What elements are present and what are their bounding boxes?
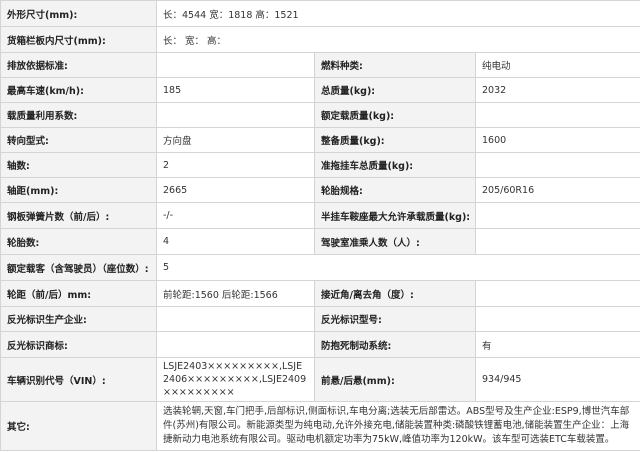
table-row: 轮距（前/后）mm: 前轮距:1560 后轮距:1566 接近角/离去角（度）: bbox=[0, 280, 640, 307]
spec-label: 防抱死制动系统: bbox=[314, 331, 476, 358]
spec-value: 前轮距:1560 后轮距:1566 bbox=[156, 280, 315, 307]
spec-value bbox=[156, 331, 315, 358]
spec-value: 长： 宽： 高： bbox=[155, 26, 640, 53]
spec-label: 转向型式: bbox=[0, 127, 157, 153]
table-row: 车辆识别代号（VIN）: LSJE2403×××××××××,LSJE2406×… bbox=[0, 357, 640, 402]
spec-label: 轮胎规格: bbox=[314, 177, 476, 203]
table-row: 载质量利用系数: 额定载质量(kg): bbox=[0, 102, 640, 128]
table-row: 最高车速(km/h): 185 总质量(kg): 2032 bbox=[0, 77, 640, 103]
spec-label: 轴数: bbox=[0, 152, 157, 178]
vin-value: LSJE2403×××××××××,LSJE2406×××××××××,LSJE… bbox=[156, 357, 315, 402]
table-row: 排放依据标准: 燃料种类: 纯电动 bbox=[0, 52, 640, 78]
spec-value: 2665 bbox=[156, 177, 315, 203]
spec-label: 准拖挂车总质量(kg): bbox=[314, 152, 476, 178]
spec-label: 反光标识型号: bbox=[314, 306, 476, 332]
spec-label: 其它: bbox=[0, 401, 157, 451]
spec-label: 车辆识别代号（VIN）: bbox=[0, 357, 157, 402]
spec-label: 排放依据标准: bbox=[0, 52, 157, 78]
table-row: 额定载客（含驾驶员）（座位数）: 5 bbox=[0, 254, 640, 281]
spec-value: 1600 bbox=[474, 127, 640, 153]
spec-value bbox=[474, 202, 640, 229]
spec-value: 4 bbox=[156, 228, 315, 255]
spec-label: 货箱栏板内尺寸(mm): bbox=[0, 26, 157, 53]
spec-value: 有 bbox=[474, 331, 640, 358]
spec-label: 前悬/后悬(mm): bbox=[314, 357, 476, 402]
spec-value: 205/60R16 bbox=[474, 177, 640, 203]
spec-label: 外形尺寸(mm): bbox=[0, 0, 157, 27]
table-row: 轮胎数: 4 驾驶室准乘人数（人）: bbox=[0, 228, 640, 255]
spec-value: 5 bbox=[155, 254, 640, 281]
spec-label: 总质量(kg): bbox=[314, 77, 476, 103]
spec-value: 2 bbox=[156, 152, 315, 178]
spec-value: 2032 bbox=[474, 77, 640, 103]
table-row: 轴距(mm): 2665 轮胎规格: 205/60R16 bbox=[0, 177, 640, 203]
table-row: 货箱栏板内尺寸(mm): 长： 宽： 高： bbox=[0, 26, 640, 53]
spec-value bbox=[474, 102, 640, 128]
table-row: 其它: 选装轮辋,天窗,车门把手,后部标识,侧面标识,车电分离;选装无后部雷达。… bbox=[0, 401, 640, 451]
spec-value bbox=[156, 52, 315, 78]
table-row: 反光标识生产企业: 反光标识型号: bbox=[0, 306, 640, 332]
spec-label: 驾驶室准乘人数（人）: bbox=[314, 228, 476, 255]
other-notes-value: 选装轮辋,天窗,车门把手,后部标识,侧面标识,车电分离;选装无后部雷达。ABS型… bbox=[155, 401, 640, 451]
spec-value: 长：4544 宽：1818 高：1521 bbox=[155, 0, 640, 27]
spec-label: 接近角/离去角（度）: bbox=[314, 280, 476, 307]
table-row: 钢板弹簧片数（前/后）: -/- 半挂车鞍座最大允许承载质量(kg): bbox=[0, 202, 640, 229]
spec-value bbox=[156, 102, 315, 128]
spec-value bbox=[474, 280, 640, 307]
spec-label: 反光标识生产企业: bbox=[0, 306, 157, 332]
spec-label: 轮胎数: bbox=[0, 228, 157, 255]
table-row: 外形尺寸(mm): 长：4544 宽：1818 高：1521 bbox=[0, 0, 640, 27]
spec-value bbox=[474, 306, 640, 332]
spec-value bbox=[156, 306, 315, 332]
spec-label: 反光标识商标: bbox=[0, 331, 157, 358]
spec-label: 额定载客（含驾驶员）（座位数）: bbox=[0, 254, 157, 281]
spec-label: 整备质量(kg): bbox=[314, 127, 476, 153]
spec-label: 轴距(mm): bbox=[0, 177, 157, 203]
spec-label: 额定载质量(kg): bbox=[314, 102, 476, 128]
spec-value: -/- bbox=[156, 202, 315, 229]
table-row: 反光标识商标: 防抱死制动系统: 有 bbox=[0, 331, 640, 358]
spec-label: 载质量利用系数: bbox=[0, 102, 157, 128]
table-row: 轴数: 2 准拖挂车总质量(kg): bbox=[0, 152, 640, 178]
spec-value: 方向盘 bbox=[156, 127, 315, 153]
spec-label: 半挂车鞍座最大允许承载质量(kg): bbox=[314, 202, 476, 229]
spec-value bbox=[474, 152, 640, 178]
spec-label: 燃料种类: bbox=[314, 52, 476, 78]
table-row: 转向型式: 方向盘 整备质量(kg): 1600 bbox=[0, 127, 640, 153]
spec-label: 钢板弹簧片数（前/后）: bbox=[0, 202, 157, 229]
spec-label: 最高车速(km/h): bbox=[0, 77, 157, 103]
spec-value: 纯电动 bbox=[474, 52, 640, 78]
spec-value: 934/945 bbox=[474, 357, 640, 402]
spec-value: 185 bbox=[156, 77, 315, 103]
spec-value bbox=[474, 228, 640, 255]
vehicle-spec-table: 外形尺寸(mm): 长：4544 宽：1818 高：1521 货箱栏板内尺寸(m… bbox=[0, 0, 640, 451]
spec-label: 轮距（前/后）mm: bbox=[0, 280, 157, 307]
